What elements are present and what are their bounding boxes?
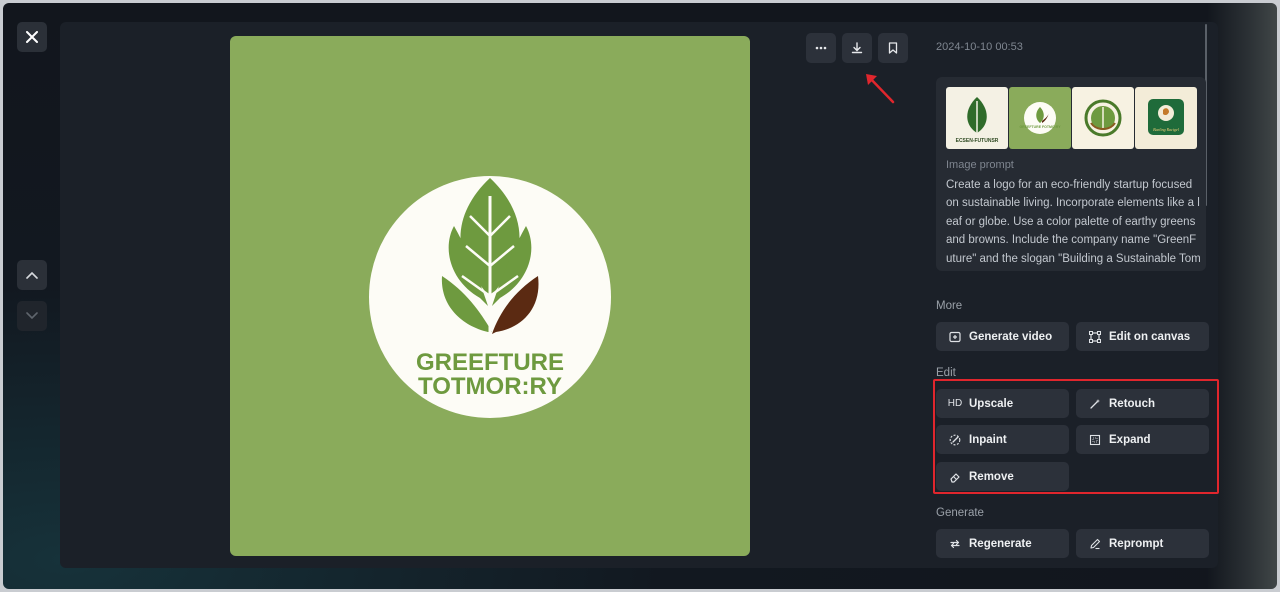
logo-line-1: GREEFTURE (416, 349, 564, 376)
prompt-text: Create a logo for an eco-friendly startu… (946, 179, 1201, 265)
chevron-up-icon (26, 271, 38, 279)
more-horizontal-icon (815, 46, 827, 50)
next-image-button[interactable] (17, 301, 47, 331)
prompt-card: ECSEN-FUTUNSR GREEFTURE FOTMO:RY Baeling… (936, 77, 1206, 271)
bookmark-button[interactable] (878, 33, 908, 63)
refresh-icon (948, 538, 962, 550)
svg-text:GREEFTURE FOTMO:RY: GREEFTURE FOTMO:RY (1019, 125, 1061, 129)
viewer-frame: GREEFTURE TOTMOR:RY 2024-10-10 00:53 ECS… (3, 3, 1277, 589)
video-plus-icon (948, 331, 962, 343)
pencil-icon (1088, 538, 1102, 550)
created-timestamp: 2024-10-10 00:53 (936, 41, 1023, 53)
image-detail-panel: GREEFTURE TOTMOR:RY 2024-10-10 00:53 ECS… (60, 22, 1219, 568)
thumbnail-2[interactable]: GREEFTURE FOTMO:RY (1009, 87, 1071, 149)
thumbnail-3[interactable] (1072, 87, 1134, 149)
svg-text:ECSEN-FUTUNSR: ECSEN-FUTUNSR (956, 138, 999, 144)
edit-on-canvas-label: Edit on canvas (1109, 330, 1191, 343)
regenerate-label: Regenerate (969, 537, 1032, 550)
bookmark-icon (888, 42, 898, 54)
reprompt-label: Reprompt (1109, 537, 1164, 550)
prompt-label: Image prompt (946, 159, 1014, 171)
download-icon (851, 42, 863, 54)
generated-image[interactable]: GREEFTURE TOTMOR:RY (230, 36, 750, 556)
edit-section-highlight (933, 379, 1219, 494)
previous-image-button[interactable] (17, 260, 47, 290)
logo-artwork: GREEFTURE TOTMOR:RY (369, 176, 611, 418)
download-button[interactable] (842, 33, 872, 63)
more-options-button[interactable] (806, 33, 836, 63)
more-section-label: More (936, 300, 963, 312)
thumbnail-strip: ECSEN-FUTUNSR GREEFTURE FOTMO:RY Baeling… (946, 87, 1197, 149)
thumbnail-1[interactable]: ECSEN-FUTUNSR (946, 87, 1008, 149)
thumbnail-4[interactable]: Baeling Racigel (1135, 87, 1197, 149)
generate-section-label: Generate (936, 507, 984, 519)
regenerate-button[interactable]: Regenerate (936, 529, 1069, 558)
annotation-arrow (866, 74, 895, 104)
edit-on-canvas-button[interactable]: Edit on canvas (1076, 322, 1209, 351)
generate-video-button[interactable]: Generate video (936, 322, 1069, 351)
edit-section-label: Edit (936, 367, 956, 379)
svg-text:Baeling Racigel: Baeling Racigel (1153, 127, 1180, 132)
image-action-bar (806, 33, 908, 63)
generate-video-label: Generate video (969, 330, 1053, 343)
reprompt-button[interactable]: Reprompt (1076, 529, 1209, 558)
close-button[interactable] (17, 22, 47, 52)
canvas-icon (1088, 330, 1102, 343)
logo-line-2: TOTMOR:RY (418, 373, 562, 400)
details-sidebar: 2024-10-10 00:53 ECSEN-FUTUNSR GREEFTURE… (933, 22, 1219, 568)
close-icon (26, 31, 38, 43)
chevron-down-icon (26, 312, 38, 320)
